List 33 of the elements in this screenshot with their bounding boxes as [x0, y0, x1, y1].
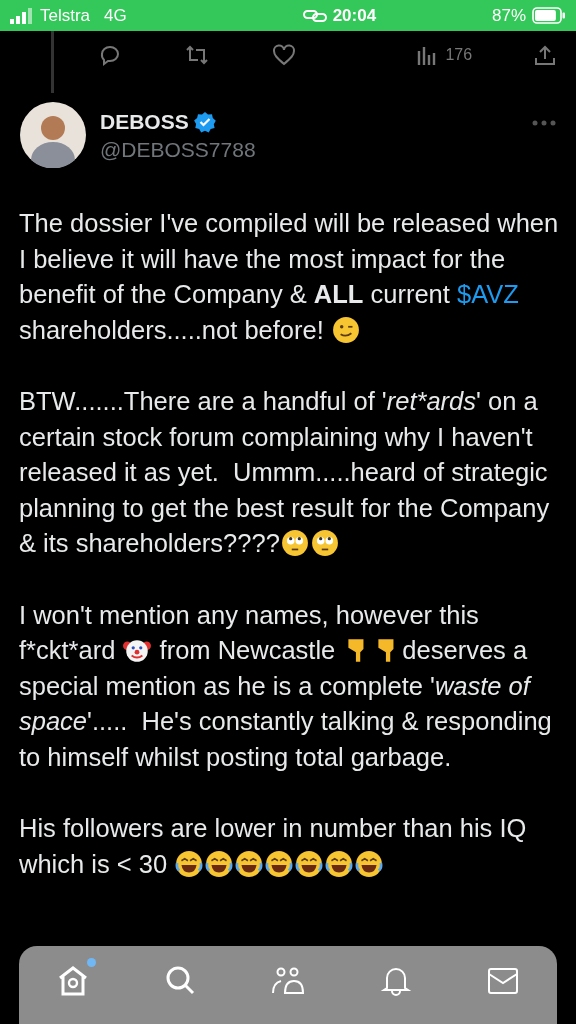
thread-line [51, 31, 54, 93]
cashtag-link[interactable]: $AVZ [456, 280, 519, 308]
post-paragraph: His followers are lower in number than his IQ which is < 30 [19, 813, 528, 880]
share-icon[interactable] [533, 44, 556, 66]
laughing-face-icon [355, 849, 384, 878]
network-type: 4G [104, 5, 127, 26]
laughing-face-icon [175, 849, 204, 878]
eye-roll-face-icon [310, 529, 339, 557]
winking-face-icon [331, 315, 360, 344]
laughing-face-icon [295, 849, 324, 878]
eye-roll-face-icon [280, 529, 309, 557]
reply-icon[interactable] [98, 44, 122, 66]
laughing-face-icon [325, 849, 354, 878]
post-paragraph: I won't mention any names, however this f*ckt*ard from Newcastle deserves a special mention as he is a complete 'waste of space'..... He's constantly talking & responding to himself whilst posting total garbage. [19, 599, 553, 773]
unread-dot [86, 958, 96, 967]
post-paragraph: BTW.......There are a handful of 'ret*ards' on a certain stock forum complaining why I haven't released it as yet. Ummm.....heard of strategic planning to get the best result for the Company & its shareholders???? [19, 386, 551, 559]
signal-icon [10, 7, 34, 24]
display-name: DEBOSS [100, 110, 189, 134]
battery-icon [532, 7, 566, 24]
post-paragraph: The dossier I've compiled will be released when I believe it will have the most impact for the benefit of the Company & ALL current $AVZ shareholders.....not before! [19, 208, 560, 346]
laughing-face-icon [235, 849, 264, 878]
laughing-face-icon [205, 849, 234, 878]
carrier-name: Telstra [40, 5, 91, 26]
avatar[interactable] [20, 102, 86, 168]
user-handle: @DEBOSS7788 [100, 138, 257, 162]
link-icon [302, 8, 327, 23]
view-count: 176 [445, 46, 473, 64]
more-icon[interactable] [532, 120, 556, 126]
views-icon[interactable] [417, 45, 438, 65]
heart-icon[interactable] [271, 44, 296, 66]
laughing-face-icon [265, 849, 294, 878]
clock: 20:04 [332, 5, 377, 26]
battery-percent: 87% [491, 5, 526, 26]
